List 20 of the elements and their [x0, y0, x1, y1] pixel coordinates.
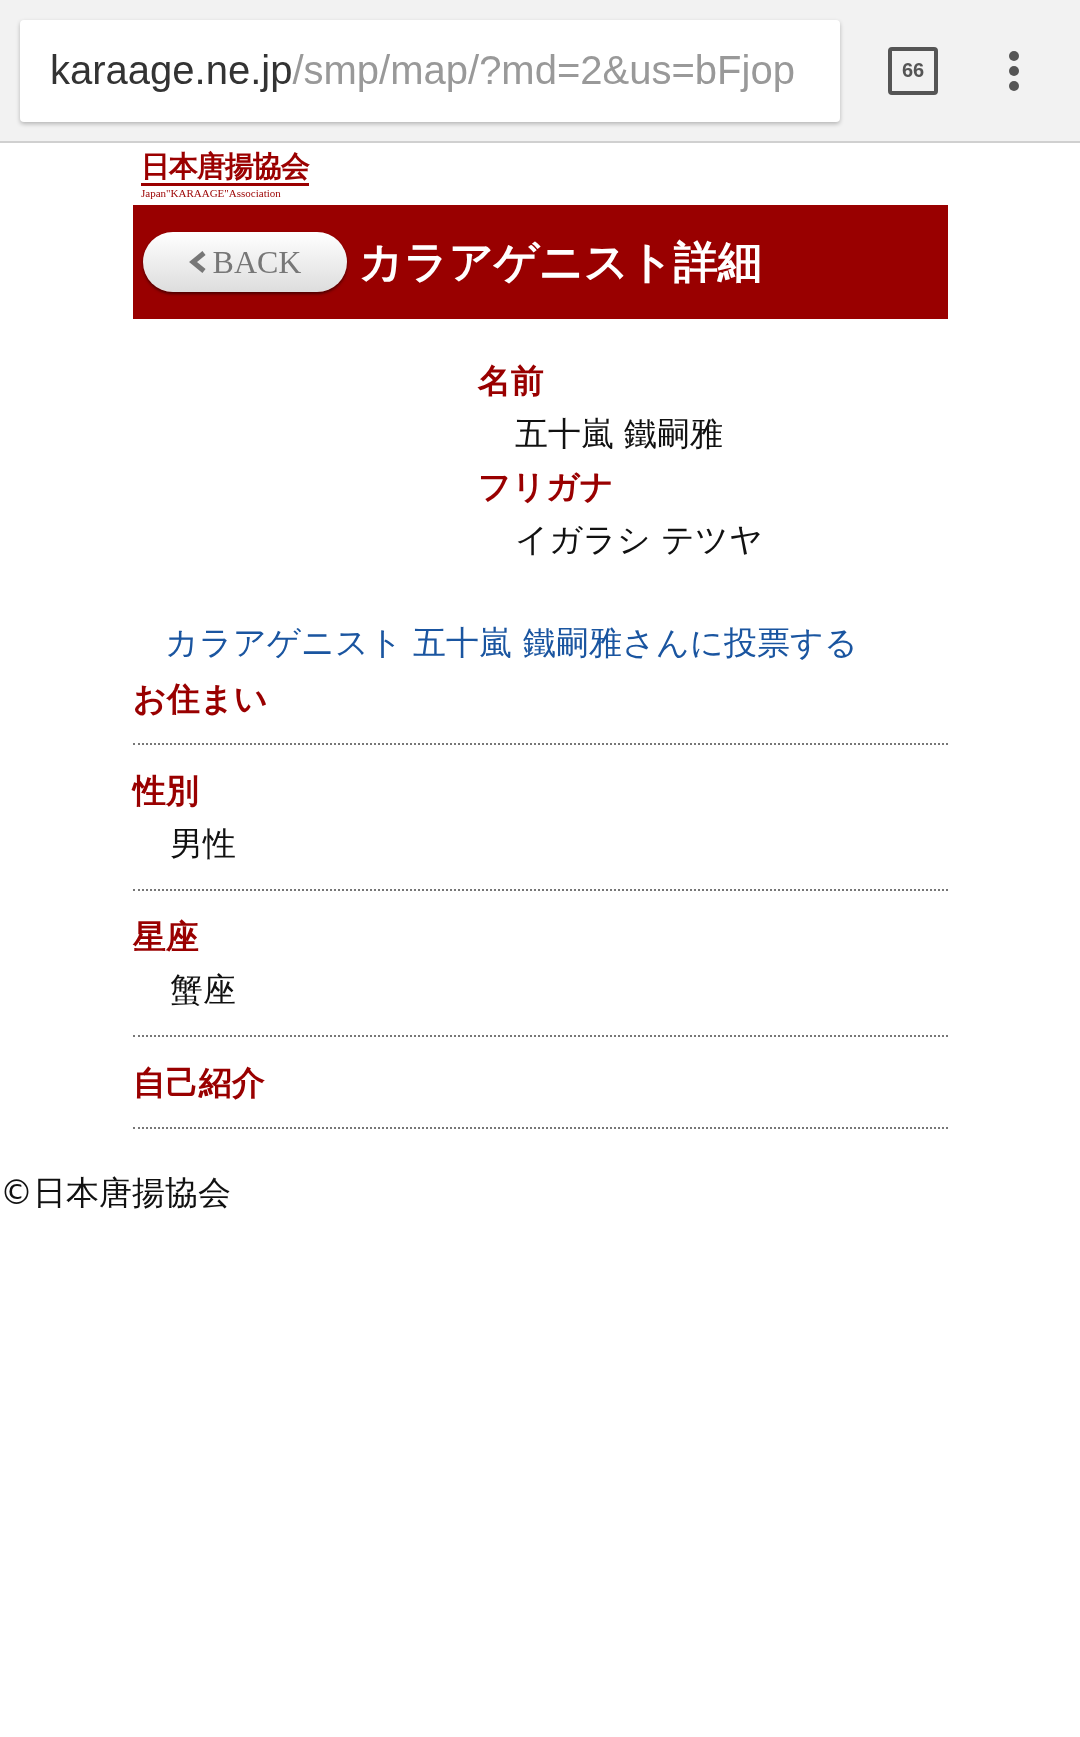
back-button[interactable]: BACK	[143, 232, 347, 292]
vote-link[interactable]: カラアゲニスト 五十嵐 鐵嗣雅さんに投票する	[165, 617, 858, 669]
copyright-text: ©日本唐揚協会	[0, 1172, 232, 1214]
logo-title: 日本唐揚協会	[141, 149, 309, 186]
field-value: イガラシ テツヤ	[514, 519, 765, 561]
section-label: 自己紹介	[133, 1062, 266, 1104]
section-label: 性別	[133, 770, 200, 812]
field-value: 五十嵐 鐵嗣雅	[514, 413, 725, 455]
page-title: カラアゲニスト詳細	[359, 234, 762, 289]
field-label: フリガナ	[478, 466, 615, 508]
chevron-left-icon	[188, 250, 207, 274]
section-value: 蟹座	[169, 969, 237, 1011]
address-bar[interactable]: karaage.ne.jp/smp/map/?md=2&us=bFjop	[20, 19, 840, 122]
menu-icon[interactable]	[1008, 49, 1020, 92]
logo-subtitle: Japan"KARAAGE"Association	[141, 186, 281, 200]
section-value: 男性	[169, 823, 237, 865]
section-label: お住まい	[133, 678, 269, 720]
section-label: 星座	[133, 916, 200, 958]
tab-count-button[interactable]: 66	[888, 46, 938, 95]
field-label: 名前	[478, 360, 545, 402]
